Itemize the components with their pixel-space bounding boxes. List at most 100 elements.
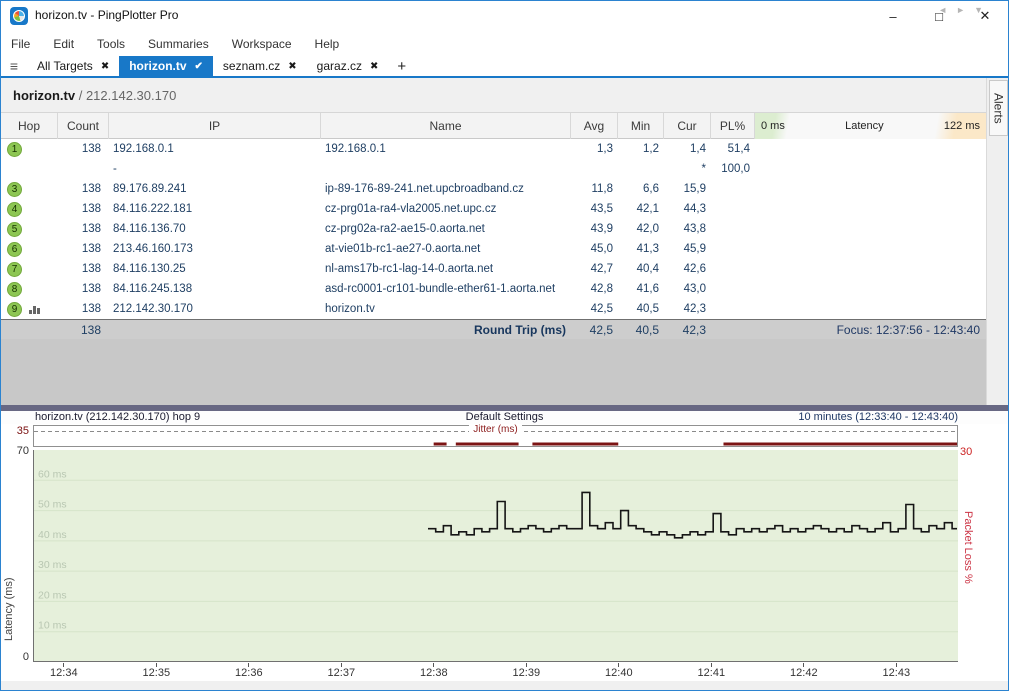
table-row[interactable]: 9138212.142.30.170horizon.tv42,540,542,3 (1, 299, 986, 319)
table-row[interactable]: -*100,0 (1, 159, 986, 179)
latency-scale-max: 122 ms (944, 120, 980, 132)
min-cell: 6,6 (618, 179, 664, 199)
check-icon: ✔ (195, 61, 203, 72)
cur-cell: 1,4 (664, 139, 711, 159)
new-tab-button[interactable]: + (388, 56, 415, 76)
ip-cell: 84.116.130.25 (109, 259, 321, 279)
table-row[interactable]: 713884.116.130.25nl-ams17b-rc1-lag-14-0.… (1, 259, 986, 279)
tab-bar: ≡ All Targets✖horizon.tv✔seznam.cz✖garaz… (1, 56, 1008, 78)
latency-cell (755, 159, 986, 179)
close-icon[interactable]: ✖ (101, 61, 109, 72)
avg-cell: 11,8 (571, 179, 618, 199)
latency-cell (755, 219, 986, 239)
pl-cell (711, 299, 755, 319)
time-tick-label: 12:36 (227, 663, 271, 679)
name-cell: at-vie01b-rc1-ae27-0.aorta.net (321, 239, 571, 259)
time-tick-label: 12:40 (597, 663, 641, 679)
avg-cell: 42,8 (571, 279, 618, 299)
min-cell: 1,2 (618, 139, 664, 159)
pl-cell (711, 179, 755, 199)
tab-all-targets[interactable]: All Targets✖ (27, 56, 119, 76)
hop-number-badge: 9 (7, 302, 22, 317)
ip-cell: 84.116.136.70 (109, 219, 321, 239)
hop-number-badge: 7 (7, 262, 22, 277)
hamburger-icon[interactable]: ≡ (1, 56, 27, 76)
menu-item-summaries[interactable]: Summaries (148, 37, 209, 51)
column-header-latency[interactable]: 0 msLatency122 ms (755, 113, 986, 139)
svg-text:10 ms: 10 ms (38, 620, 67, 632)
menu-item-help[interactable]: Help (315, 37, 340, 51)
table-row[interactable]: 413884.116.222.181cz-prg01a-ra4-vla2005.… (1, 199, 986, 219)
column-header-count[interactable]: Count (58, 113, 109, 139)
count-cell: 138 (58, 299, 109, 319)
tab-label: garaz.cz (317, 59, 362, 73)
latency-cell (755, 279, 986, 299)
count-cell: 138 (58, 219, 109, 239)
count-cell (58, 159, 109, 179)
avg-cell: 1,3 (571, 139, 618, 159)
latency-cell (755, 299, 986, 319)
menu-item-tools[interactable]: Tools (97, 37, 125, 51)
table-row[interactable]: 6138213.46.160.173at-vie01b-rc1-ae27-0.a… (1, 239, 986, 259)
table-row[interactable]: 313889.176.89.241ip-89-176-89-241.net.up… (1, 179, 986, 199)
count-cell: 138 (58, 199, 109, 219)
close-icon[interactable]: ✖ (370, 61, 378, 72)
menu-item-edit[interactable]: Edit (53, 37, 74, 51)
count-cell: 138 (58, 139, 109, 159)
latency-timeline-chart[interactable]: 60 ms50 ms40 ms30 ms20 ms10 ms (33, 450, 958, 662)
time-tick-label: 12:43 (874, 663, 918, 679)
tab-garaz-cz[interactable]: garaz.cz ✖ (307, 56, 389, 76)
hop-cell: 9 (1, 299, 58, 319)
time-tick-label: 12:42 (782, 663, 826, 679)
column-header-avg[interactable]: Avg (571, 113, 618, 139)
trace-table: 1138192.168.0.1192.168.0.11,31,21,451,4-… (1, 139, 986, 319)
avg-cell: 43,5 (571, 199, 618, 219)
hop-number-badge: 5 (7, 222, 22, 237)
table-row[interactable]: 1138192.168.0.1192.168.0.11,31,21,451,4 (1, 139, 986, 159)
hop-cell: 5 (1, 219, 58, 239)
hop-cell: 1 (1, 139, 58, 159)
ip-cell: - (109, 159, 321, 179)
svg-text:60 ms: 60 ms (38, 468, 67, 480)
tab-horizon-tv[interactable]: horizon.tv✔ (119, 56, 213, 76)
hop-number-badge: 1 (7, 142, 22, 157)
svg-text:20 ms: 20 ms (38, 589, 67, 601)
window-footer (1, 681, 1008, 691)
close-icon[interactable]: ✖ (288, 61, 296, 72)
count-cell: 138 (58, 239, 109, 259)
table-row[interactable]: 5 13884.116.136.70cz-prg02a-ra2-ae15-0.ao… (1, 219, 986, 239)
pl-cell (711, 239, 755, 259)
name-cell: ip-89-176-89-241.net.upcbroadband.cz (321, 179, 571, 199)
menu-item-file[interactable]: File (11, 37, 30, 51)
pl-cell (711, 219, 755, 239)
avg-cell: 42,5 (571, 299, 618, 319)
pl-cell: 51,4 (711, 139, 755, 159)
time-tick-label: 12:37 (319, 663, 363, 679)
table-row[interactable]: 813884.116.245.138asd-rc0001-cr101-bundl… (1, 279, 986, 299)
menu-item-workspace[interactable]: Workspace (232, 37, 292, 51)
window-title: horizon.tv - PingPlotter Pro (35, 8, 178, 22)
tab-seznam-cz[interactable]: seznam.cz✖ (213, 56, 307, 76)
pl-cell (711, 279, 755, 299)
latency-cell (755, 179, 986, 199)
column-header-ip[interactable]: IP (109, 113, 321, 139)
alerts-tab[interactable]: Alerts (989, 80, 1008, 136)
name-cell: horizon.tv (321, 299, 571, 319)
packet-loss-axis-label: Packet Loss % (962, 511, 974, 671)
alerts-strip: Alerts (986, 78, 1009, 405)
minimize-button[interactable]: – (870, 1, 916, 31)
time-tick-label: 12:41 (689, 663, 733, 679)
column-header-cur[interactable]: Cur (664, 113, 711, 139)
count-cell: 138 (58, 179, 109, 199)
tab-nav-arrows[interactable]: ◄►▼ (938, 5, 992, 15)
column-header-hop[interactable]: Hop (1, 113, 58, 139)
time-tick-label: 12:35 (134, 663, 178, 679)
min-cell (618, 159, 664, 179)
trace-table-header: HopCountIPNameAvgMinCurPL%0 msLatency122… (1, 113, 986, 139)
column-header-pl[interactable]: PL% (711, 113, 755, 139)
cur-cell: 42,6 (664, 259, 711, 279)
column-header-min[interactable]: Min (618, 113, 664, 139)
column-header-name[interactable]: Name (321, 113, 571, 139)
hop-number-badge: 8 (7, 282, 22, 297)
name-cell: cz-prg02a-ra2-ae15-0.aorta.net (321, 219, 571, 239)
